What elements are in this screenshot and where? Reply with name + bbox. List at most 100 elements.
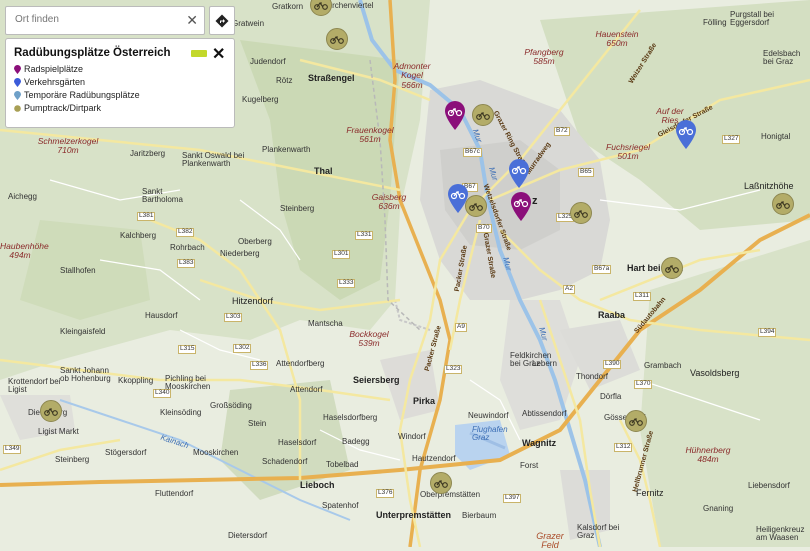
verkehrsgarten-marker[interactable] <box>508 159 530 189</box>
pumptrack-marker[interactable] <box>40 400 62 422</box>
road-shield: L376 <box>376 489 395 498</box>
pumptrack-marker[interactable] <box>465 195 487 217</box>
town-label: Spatenhof <box>322 501 359 510</box>
peak-label: Fuchsriegel 501m <box>606 142 650 162</box>
town-label: Haselsdorfberg <box>323 413 378 422</box>
town-label: Pirka <box>413 396 436 406</box>
town-label: Jaritzberg <box>130 149 166 158</box>
road-shield: B65 <box>578 168 594 177</box>
radspielplatz-marker[interactable] <box>510 192 532 222</box>
road-shield: L394 <box>758 328 777 337</box>
town-label: Liebensdorf <box>748 481 790 490</box>
verkehrsgarten-marker[interactable] <box>675 120 697 150</box>
town-label: Unterpremstätten <box>376 510 452 520</box>
peak-label: Hauenstein 650m <box>595 29 639 49</box>
town-label: Hausdorf <box>145 311 178 320</box>
town-label: Ligist Markt <box>38 427 79 436</box>
town-label: Tobelbad <box>326 460 359 469</box>
town-label: Neuwindorf <box>468 411 509 420</box>
road-shield: B70 <box>476 224 492 233</box>
road-shield: L381 <box>137 212 156 221</box>
pumptrack-marker[interactable] <box>625 410 647 432</box>
town-label: Grambach <box>644 361 682 370</box>
pumptrack-marker[interactable] <box>570 202 592 224</box>
pin-icon <box>14 90 21 100</box>
town-label: Straßengel <box>308 73 355 83</box>
town-label: Attendorf <box>290 385 323 394</box>
town-label: Sankt Oswald bei Plankenwarth <box>182 151 245 168</box>
town-label: Hitzendorf <box>232 296 274 306</box>
town-label: Gnaning <box>703 504 734 513</box>
town-label: Steinberg <box>280 204 315 213</box>
road-shield: L397 <box>503 494 522 503</box>
layer-badge <box>191 50 207 57</box>
road-shield: L382 <box>176 228 195 237</box>
town-label: Niederberg <box>220 249 260 258</box>
town-label: Kleinsöding <box>160 408 202 417</box>
town-label: Fölling <box>703 18 727 27</box>
peak-label: Hühnerberg 484m <box>685 445 731 465</box>
peak-label: Pfangberg 585m <box>524 47 564 67</box>
road-shield: L333 <box>337 279 356 288</box>
pin-icon <box>14 77 21 87</box>
town-label: Feldkirchen bei Graz <box>510 351 552 368</box>
pumptrack-marker[interactable] <box>326 28 348 50</box>
pumptrack-marker[interactable] <box>472 104 494 126</box>
road-shield: L311 <box>633 292 651 301</box>
road-shield: L303 <box>224 313 243 322</box>
town-label: Vasoldsberg <box>690 368 740 378</box>
search-input[interactable] <box>13 13 177 26</box>
town-label: Gratwein <box>232 19 265 28</box>
pumptrack-marker[interactable] <box>430 472 452 494</box>
town-label: Fluttendorf <box>155 489 194 498</box>
town-label: Steinberg <box>55 455 90 464</box>
town-label: Fernitz <box>636 488 664 498</box>
town-label: Honigtal <box>761 132 791 141</box>
road-shield: L336 <box>250 361 269 370</box>
town-label: Plankenwarth <box>262 145 311 154</box>
directions-button[interactable] <box>209 6 235 35</box>
town-label: Dietersdorf <box>228 531 268 540</box>
town-label: Kugelberg <box>242 95 279 104</box>
close-icon[interactable]: ✕ <box>186 12 198 29</box>
town-label: Forst <box>520 461 539 470</box>
town-label: Sankt Bartholoma <box>142 187 183 204</box>
town-label: Dörfla <box>600 392 622 401</box>
town-label: Pichling bei Mooskirchen <box>165 374 211 391</box>
peak-label: Haubenhöhe 494m <box>0 241 49 261</box>
area-label: Grazer Feld <box>536 531 564 551</box>
close-icon[interactable]: ✕ <box>212 44 225 64</box>
road-shield: L302 <box>233 344 252 353</box>
town-label: Rohrbach <box>170 243 205 252</box>
road-shield: L327 <box>722 135 741 144</box>
town-label: Windorf <box>398 432 426 441</box>
town-label: Hautzendorf <box>412 454 456 463</box>
town-label: Thondorf <box>576 372 609 381</box>
town-label: Lieboch <box>300 480 335 490</box>
peak-label: Schmelzerkogel 710m <box>37 136 99 156</box>
legend-label: Radspielplätze <box>24 64 84 74</box>
town-label: Großsöding <box>210 401 252 410</box>
town-label: Raaba <box>598 310 626 320</box>
town-label: Kleingaisfeld <box>60 327 106 336</box>
legend-label: Verkehrsgärten <box>24 77 86 87</box>
pin-icon <box>14 104 21 112</box>
town-label: Mooskirchen <box>193 448 239 457</box>
town-label: z <box>532 195 538 207</box>
road-shield: L390 <box>603 360 622 369</box>
road-shield: L383 <box>177 259 196 268</box>
pumptrack-marker[interactable] <box>772 193 794 215</box>
road-shield: B72 <box>554 127 570 136</box>
town-label: Kalsdorf bei Graz <box>577 523 620 540</box>
pumptrack-marker[interactable] <box>661 257 683 279</box>
town-label: Mantscha <box>308 319 343 328</box>
legend-item: Pumptrack/Dirtpark <box>14 103 101 113</box>
town-label: Gratkorn <box>272 2 304 11</box>
town-label: Edelsbach bei Graz <box>763 49 801 66</box>
town-label: Attendorfberg <box>276 359 325 368</box>
legend-item: Radspielplätze <box>14 64 83 74</box>
town-label: Badegg <box>342 437 370 446</box>
town-label: Rötz <box>276 76 293 85</box>
peak-label: Frauenkogel 561m <box>346 125 394 145</box>
radspielplatz-marker[interactable] <box>444 101 466 131</box>
